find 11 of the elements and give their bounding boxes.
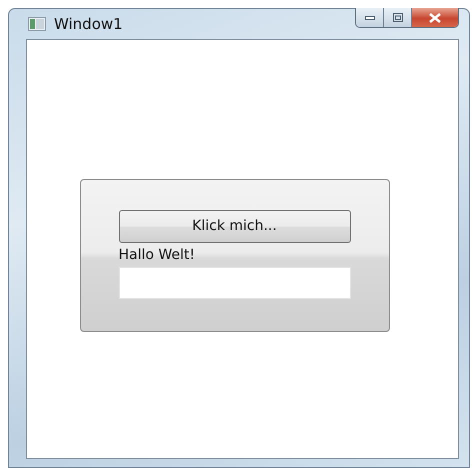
close-icon (429, 12, 441, 22)
window-title: Window1 (54, 15, 123, 33)
maximize-button[interactable] (384, 8, 412, 27)
maximize-icon (392, 13, 402, 22)
click-button[interactable]: Klick mich... (118, 210, 350, 242)
minimize-button[interactable] (356, 8, 384, 27)
close-button[interactable] (412, 8, 458, 27)
greeting-label: Hallo Welt! (118, 246, 196, 264)
window-icon (28, 17, 46, 31)
minimize-icon (364, 16, 374, 20)
text-field[interactable] (118, 266, 350, 298)
